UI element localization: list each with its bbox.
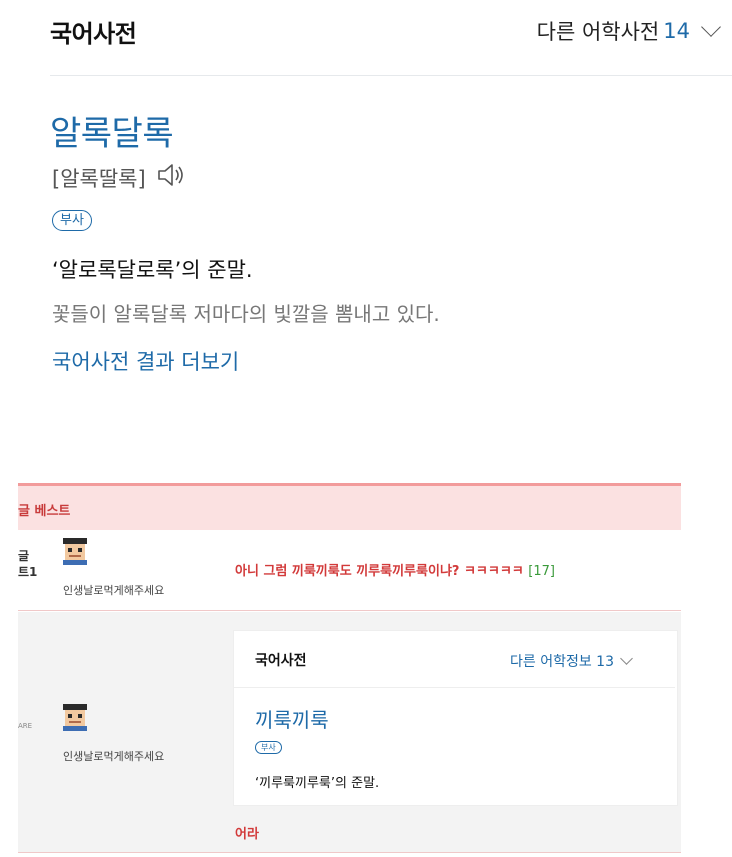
card-definition: ‘끼루룩끼루룩’의 준말. bbox=[255, 776, 380, 791]
header-divider bbox=[50, 75, 732, 76]
chevron-down-icon bbox=[620, 652, 633, 665]
pronunciation-text: [알록딸록] bbox=[52, 166, 146, 191]
part-of-speech-badge: 부사 bbox=[52, 210, 92, 231]
row-divider bbox=[18, 610, 681, 611]
other-dictionaries-count: 14 bbox=[663, 19, 690, 43]
example-sentence: 꽃들이 알록달록 저마다의 빛깔을 뽐내고 있다. bbox=[52, 302, 440, 326]
avatar[interactable] bbox=[60, 703, 90, 735]
other-dictionaries-label: 다른 어학사전 bbox=[536, 20, 660, 44]
rank-label-line2: 트1 bbox=[18, 565, 38, 579]
dictionary-title: 국어사전 bbox=[50, 20, 137, 48]
card-title: 국어사전 bbox=[255, 653, 307, 669]
row-divider bbox=[18, 852, 681, 853]
card-divider bbox=[234, 687, 675, 688]
best-comment-label: 글 베스트 bbox=[18, 504, 71, 519]
comment-nickname[interactable]: 인생날로먹게해주세요 bbox=[63, 582, 164, 598]
best-comment-band bbox=[18, 486, 681, 530]
speaker-icon[interactable] bbox=[156, 162, 186, 193]
definition-text: ‘알로록달로록’의 준말. bbox=[52, 258, 253, 282]
card-part-of-speech-badge: 부사 bbox=[255, 741, 282, 754]
comment-nickname[interactable]: 인생날로먹게해주세요 bbox=[63, 748, 164, 764]
pronunciation-row: [알록딸록] bbox=[52, 162, 186, 193]
rank-label: 글 트1 bbox=[18, 548, 37, 580]
other-dictionaries-button[interactable]: 다른 어학사전 14 bbox=[536, 16, 721, 46]
more-results-link[interactable]: 국어사전 결과 더보기 bbox=[52, 346, 239, 376]
chevron-down-icon bbox=[701, 17, 721, 37]
comment-text: 아니 그럼 끼룩끼룩도 끼루룩끼루룩이냐? ㅋㅋㅋㅋㅋ [17] bbox=[235, 560, 555, 579]
comment-body: 아니 그럼 끼룩끼룩도 끼루룩끼루룩이냐? ㅋㅋㅋㅋㅋ bbox=[235, 564, 524, 579]
avatar[interactable] bbox=[60, 537, 90, 569]
side-label: ARE bbox=[18, 722, 33, 730]
rank-label-line1: 글 bbox=[18, 549, 30, 563]
card-other-info-button[interactable]: 다른 어학정보 13 bbox=[510, 651, 633, 671]
card-other-info-label: 다른 어학정보 13 bbox=[510, 654, 614, 670]
headword-link[interactable]: 알록달록 bbox=[50, 106, 174, 155]
comment-reply-count[interactable]: [17] bbox=[528, 564, 555, 579]
reply-text: 어라 bbox=[235, 827, 259, 842]
card-headword-link[interactable]: 끼룩끼룩 bbox=[255, 704, 329, 733]
